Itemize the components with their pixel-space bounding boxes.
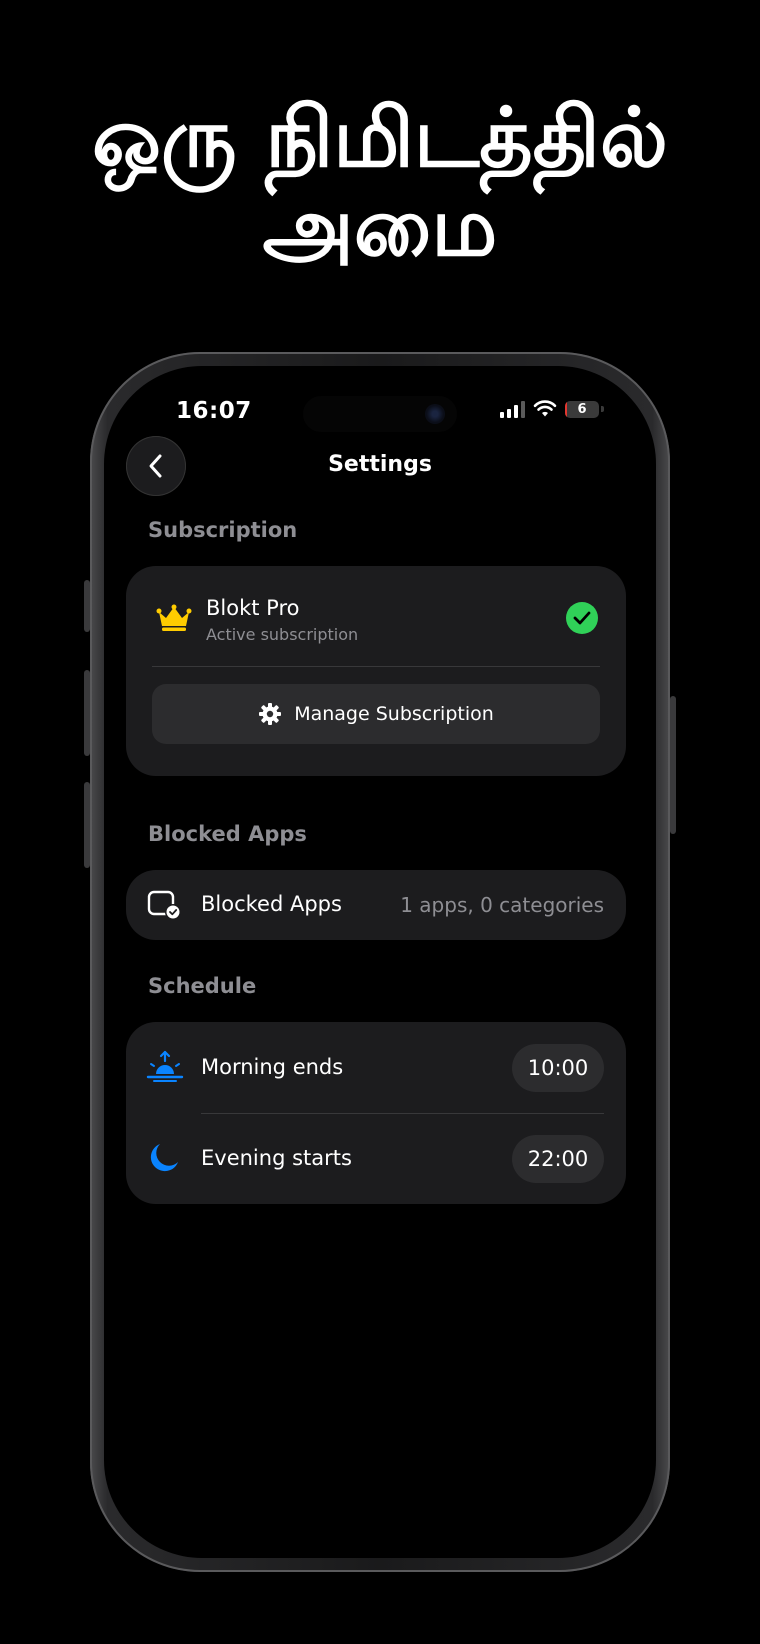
subscription-divider (152, 666, 600, 667)
blocked-apps-label: Blocked Apps (201, 892, 342, 916)
schedule-card: Morning ends 10:00 Evening starts 22:00 (126, 1022, 626, 1204)
battery-tip (601, 406, 604, 412)
section-label-schedule: Schedule (148, 974, 257, 998)
wifi-icon (533, 400, 557, 417)
phone-frame: 16:07 6 Settings Subscription Blokt Pro … (84, 352, 676, 1572)
schedule-row-evening[interactable]: Evening starts 22:00 (126, 1114, 626, 1204)
cellular-signal-icon (500, 400, 525, 418)
schedule-label-morning: Morning ends (201, 1055, 344, 1079)
section-label-blocked-apps: Blocked Apps (148, 822, 307, 846)
battery-level: 6 (577, 401, 587, 417)
moon-icon (150, 1144, 178, 1172)
manage-subscription-button[interactable]: Manage Subscription (152, 684, 600, 744)
page-title: Settings (328, 452, 432, 477)
app-check-icon (147, 890, 181, 920)
marketing-headline: ஒரு நிமிடத்தில் அமை (0, 91, 760, 275)
headline-line-1: ஒரு நிமிடத்தில் (92, 91, 668, 186)
sunrise-icon (146, 1050, 184, 1082)
battery-icon: 6 (565, 400, 599, 418)
blocked-apps-row[interactable]: Blocked Apps 1 apps, 0 categories (126, 870, 626, 940)
schedule-row-morning[interactable]: Morning ends 10:00 (126, 1022, 626, 1114)
headline-line-2: அமை (262, 179, 498, 275)
front-camera (425, 404, 445, 424)
crown-icon (156, 604, 192, 631)
subscription-card: Blokt Pro Active subscription Manage Sub… (126, 566, 626, 776)
subscription-plan-row: Blokt Pro Active subscription (154, 592, 598, 648)
morning-time-picker[interactable]: 10:00 (512, 1044, 604, 1092)
evening-time-picker[interactable]: 22:00 (512, 1135, 604, 1183)
blocked-apps-count: 1 apps, 0 categories (400, 893, 604, 917)
dynamic-island (303, 396, 457, 432)
manage-subscription-label: Manage Subscription (294, 703, 494, 725)
battery-fill (565, 400, 568, 418)
schedule-label-evening: Evening starts (201, 1146, 352, 1170)
checkmark-circle-icon (566, 602, 598, 634)
plan-status: Active subscription (206, 625, 359, 644)
phone-action-button (84, 580, 90, 632)
phone-power-button (670, 696, 676, 834)
section-label-subscription: Subscription (148, 518, 298, 542)
status-time: 16:07 (176, 398, 252, 424)
plan-name: Blokt Pro (206, 596, 300, 620)
gear-icon (259, 703, 282, 725)
status-icons: 6 (500, 400, 604, 418)
phone-volume-up-button (84, 670, 90, 756)
phone-volume-down-button (84, 782, 90, 868)
phone-screen: 16:07 6 Settings Subscription Blokt Pro … (104, 366, 656, 1558)
